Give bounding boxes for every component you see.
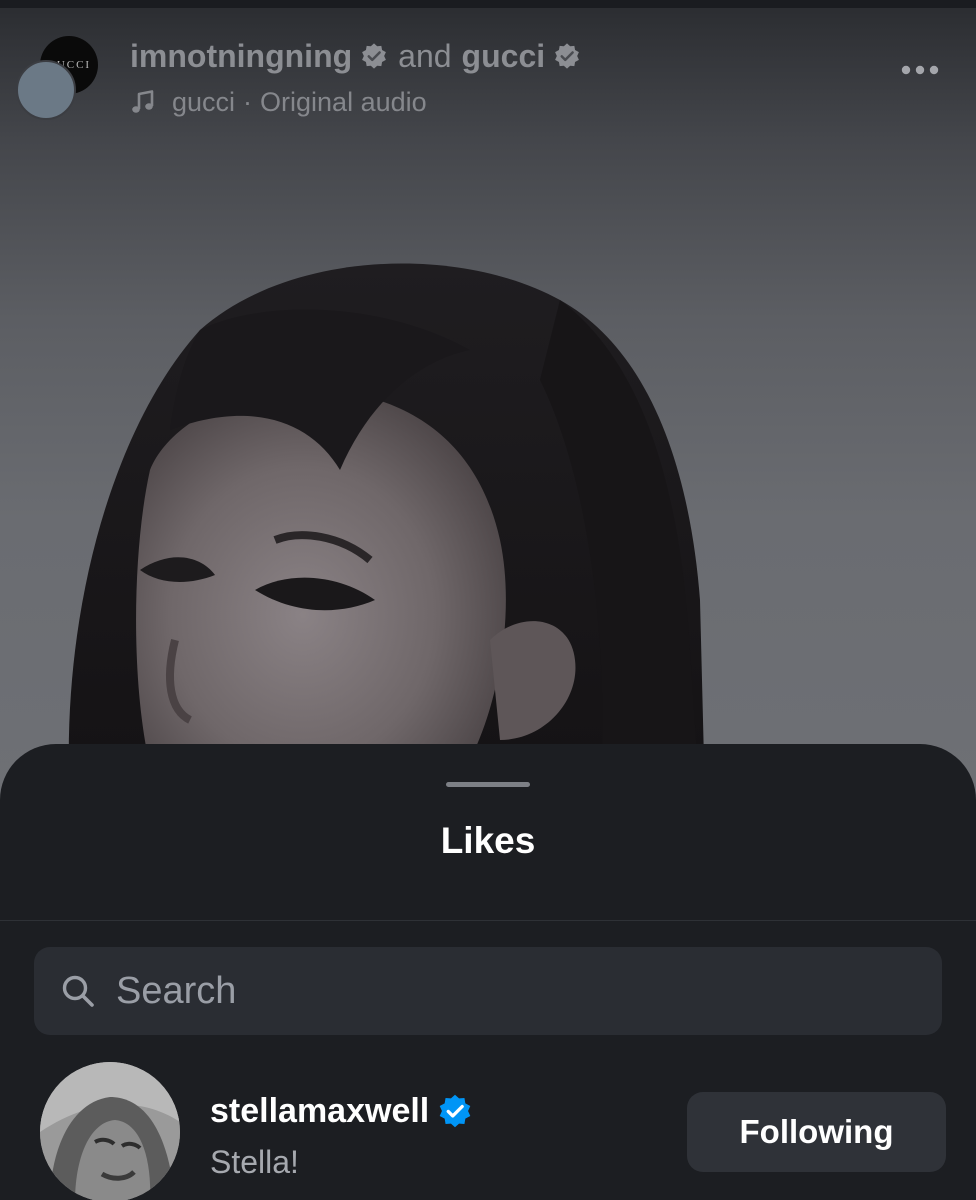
reel-header: GUCCI imnotningning and gucci gucci · Or… [0,28,976,124]
audio-owner: gucci [172,86,236,117]
user-username[interactable]: stellamaxwell [210,1092,429,1131]
reel-authors: imnotningning and gucci [130,34,581,78]
audio-separator: · [243,86,253,117]
music-note-icon [132,90,154,113]
user-name-line: stellamaxwell [210,1090,473,1132]
header-text: imnotningning and gucci gucci · Original… [130,34,581,122]
audio-title: Original audio [260,86,427,117]
divider [0,920,976,921]
collab-username[interactable]: gucci [462,38,546,75]
collab-avatar-stack[interactable]: GUCCI [16,36,100,120]
sheet-title: Likes [440,820,536,861]
user-meta[interactable]: stellamaxwell Stella! [210,1090,473,1181]
user-full-name: Stella! [210,1144,299,1180]
search-icon [62,975,94,1007]
avatar[interactable] [40,1062,180,1200]
search-bar[interactable] [34,947,942,1035]
likes-sheet: Likes Search stellamaxwell Stella! Follo… [0,744,976,1200]
user-list-item[interactable]: stellamaxwell Stella! Following [0,1062,976,1200]
avatar-image [40,1062,180,1200]
reel-screen: GUCCI imnotningning and gucci gucci · Or… [0,0,976,1200]
search-input[interactable] [114,960,942,1022]
author-avatar[interactable] [16,60,76,120]
verified-badge-icon [362,43,387,69]
sheet-drag-handle[interactable] [446,782,530,787]
authors-joiner: and [398,37,452,74]
audio-link[interactable]: gucci · Original audio [130,82,581,122]
verified-badge-icon [439,1094,471,1128]
status-bar-edge [0,0,976,8]
author-username[interactable]: imnotningning [130,38,352,75]
more-horizontal-icon[interactable] [900,64,940,76]
following-button[interactable]: Following [687,1092,946,1172]
verified-badge-icon [555,43,580,69]
